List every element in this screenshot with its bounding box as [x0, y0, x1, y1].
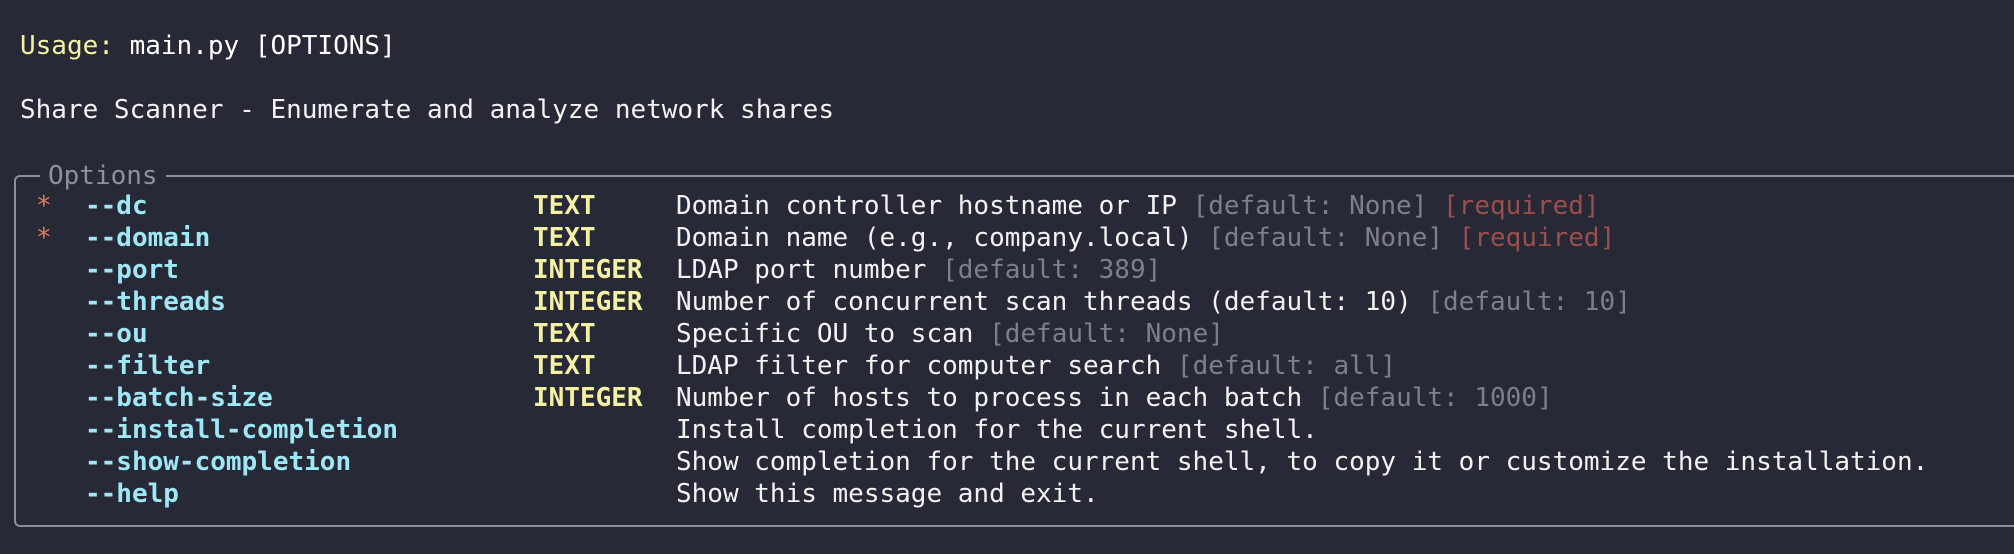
- option-help: Domain name (e.g., company.local) [defau…: [676, 222, 1615, 254]
- option-name: --install-completion: [85, 415, 399, 445]
- program-description: Share Scanner - Enumerate and analyze ne…: [20, 95, 834, 125]
- option-help-text: Specific OU to scan: [676, 319, 974, 349]
- option-type: INTEGER: [533, 255, 643, 285]
- option-help-text: Show this message and exit.: [676, 479, 1099, 509]
- option-help-text: Number of concurrent scan threads (defau…: [676, 287, 1412, 317]
- option-help: LDAP port number [default: 389]: [676, 254, 1161, 286]
- option-type: TEXT: [533, 223, 596, 253]
- option-default: [default: None]: [1192, 191, 1428, 221]
- option-name: --dc: [85, 191, 148, 221]
- option-name: --domain: [85, 223, 211, 253]
- option-help-text: Show completion for the current shell, t…: [676, 447, 1929, 477]
- option-default: [default: 1000]: [1317, 383, 1553, 413]
- option-name: --help: [85, 479, 179, 509]
- option-type: INTEGER: [533, 383, 643, 413]
- option-required-tag: [required]: [1458, 223, 1616, 253]
- usage-label: Usage:: [20, 31, 114, 61]
- option-help: Domain controller hostname or IP [defaul…: [676, 190, 1600, 222]
- option-default: [default: None]: [1208, 223, 1444, 253]
- option-help-text: Install completion for the current shell…: [676, 415, 1318, 445]
- option-type: TEXT: [533, 351, 596, 381]
- option-default: [default: 10]: [1427, 287, 1631, 317]
- options-panel-title: Options: [40, 160, 166, 192]
- option-help: Number of concurrent scan threads (defau…: [676, 286, 1631, 318]
- option-default: [default: all]: [1176, 351, 1397, 381]
- option-default: [default: None]: [989, 319, 1224, 349]
- option-name: --threads: [85, 287, 226, 317]
- option-default: [default: 389]: [942, 255, 1162, 285]
- option-help-text: LDAP port number: [676, 255, 927, 285]
- option-name: --port: [85, 255, 179, 285]
- option-required-tag: [required]: [1443, 191, 1600, 221]
- usage-line: Usage: main.py [OPTIONS]: [20, 30, 396, 62]
- required-marker: *: [36, 191, 52, 221]
- option-help: Install completion for the current shell…: [676, 414, 1318, 446]
- option-help-text: Number of hosts to process in each batch: [676, 383, 1303, 413]
- option-help: Show completion for the current shell, t…: [676, 446, 1928, 478]
- option-name: --batch-size: [85, 383, 273, 413]
- option-type: TEXT: [533, 319, 596, 349]
- option-name: --filter: [85, 351, 211, 381]
- option-name: --ou: [85, 319, 148, 349]
- option-help: Number of hosts to process in each batch…: [676, 382, 1553, 414]
- usage-command: main.py [OPTIONS]: [113, 31, 396, 61]
- option-help-text: Domain controller hostname or IP: [676, 191, 1177, 221]
- option-help: Specific OU to scan [default: None]: [676, 318, 1224, 350]
- option-type: INTEGER: [533, 287, 643, 317]
- option-help: Show this message and exit.: [676, 478, 1099, 510]
- option-type: TEXT: [533, 191, 596, 221]
- option-name: --show-completion: [85, 447, 352, 477]
- required-marker: *: [36, 223, 52, 253]
- option-help: LDAP filter for computer search [default…: [676, 350, 1396, 382]
- option-help-text: Domain name (e.g., company.local): [676, 223, 1193, 253]
- option-help-text: LDAP filter for computer search: [676, 351, 1162, 381]
